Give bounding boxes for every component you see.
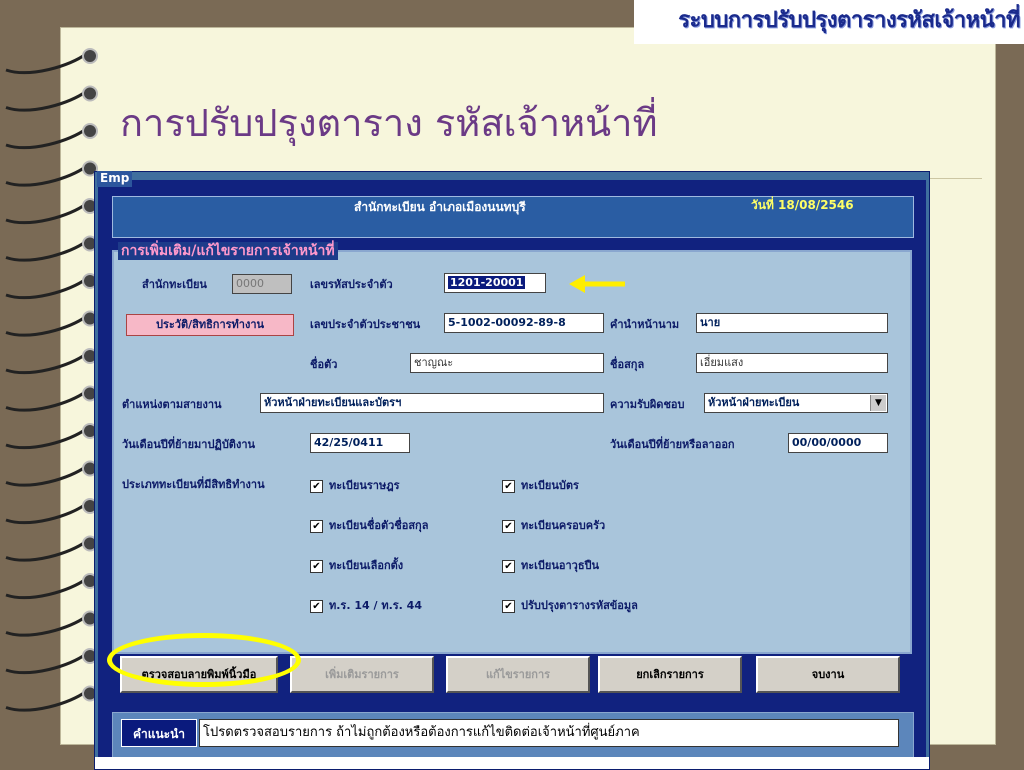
id-value: 1201-20001 [448, 276, 526, 289]
right-label: ทะเบียนครอบครัว [521, 519, 606, 532]
current-date: วันที่ 18/08/2546 [751, 198, 854, 212]
right-checkbox[interactable]: ✔ ทะเบียนอาวุธปืน [502, 556, 599, 574]
binding-ring [5, 577, 87, 600]
slide-title: การปรับปรุงตาราง รหัสเจ้าหน้าที่ [120, 101, 658, 145]
banner-title: ระบบการปรับปรุงตารางรหัสเจ้าหน้าที่ [678, 8, 1020, 33]
binding-ring [5, 202, 87, 225]
checkbox-icon[interactable]: ✔ [310, 559, 323, 573]
checkbox-icon[interactable]: ✔ [310, 479, 323, 493]
position-label: ตำแหน่งตามสายงาน [122, 398, 222, 411]
right-label: ท.ร. 14 / ท.ร. 44 [329, 599, 422, 612]
right-label: ทะเบียนบัตร [521, 479, 579, 492]
lastname-label: ชื่อสกุล [610, 358, 645, 371]
binding-ring [5, 390, 87, 412]
responsibility-value: หัวหน้าฝ่ายทะเบียน [708, 396, 800, 409]
rights-label: ประเภททะเบียนที่มีสิทธิทำงาน [122, 478, 265, 491]
responsibility-label: ความรับผิดชอบ [610, 398, 685, 411]
id-label: เลขรหัสประจำตัว [310, 278, 393, 291]
cancel-record-button[interactable]: ยกเลิกรายการ [598, 656, 742, 693]
prefix-field[interactable]: นาย [696, 313, 888, 333]
binding-ring [5, 615, 87, 637]
binding-ring [5, 690, 87, 712]
registry-office-field[interactable]: 0000 [232, 274, 292, 294]
binding-ring [5, 90, 87, 112]
leave-date-field[interactable]: 00/00/0000 [788, 433, 888, 453]
checkbox-icon[interactable]: ✔ [310, 599, 323, 613]
right-checkbox[interactable]: ✔ ทะเบียนบัตร [502, 476, 579, 494]
staff-form-group: การเพิ่มเติม/แก้ไขรายการเจ้าหน้าที่ สำนั… [112, 242, 912, 654]
binding-ring [5, 165, 87, 187]
office-name: สำนักทะเบียน อำเภอเมืองนนทบุรี [354, 200, 526, 214]
edit-record-button[interactable]: แก้ไขรายการ [446, 656, 590, 693]
right-label: ทะเบียนอาวุธปืน [521, 559, 600, 572]
checkbox-icon[interactable]: ✔ [502, 559, 515, 573]
right-checkbox[interactable]: ✔ ทะเบียนครอบครัว [502, 516, 605, 534]
binding-ring [5, 240, 87, 262]
firstname-label: ชื่อตัว [310, 358, 338, 371]
history-rights-button[interactable]: ประวัติ/สิทธิการทำงาน [126, 314, 294, 336]
highlight-ellipse [107, 633, 301, 687]
hint-frame: คำแนะนำ โปรดตรวจสอบรายการ ถ้าไม่ถูกต้องห… [112, 712, 914, 758]
prefix-label: คำนำหน้านาม [610, 318, 680, 331]
checkbox-icon[interactable]: ✔ [502, 519, 515, 533]
finish-button[interactable]: จบงาน [756, 656, 900, 693]
right-label: ทะเบียนชื่อตัวชื่อสกุล [329, 519, 429, 532]
registry-office-label: สำนักทะเบียน [142, 278, 207, 291]
binding-ring [5, 465, 87, 487]
divider [930, 178, 982, 179]
binding-ring [5, 540, 87, 562]
hint-label: คำแนะนำ [121, 719, 197, 747]
group-title: การเพิ่มเติม/แก้ไขรายการเจ้าหน้าที่ [118, 242, 338, 260]
add-record-button[interactable]: เพิ่มเติมรายการ [290, 656, 434, 693]
right-label: ทะเบียนเลือกตั้ง [329, 559, 404, 572]
binding-ring [5, 127, 87, 150]
window-bottom-strip [95, 757, 929, 769]
right-checkbox[interactable]: ✔ ทะเบียนชื่อตัวชื่อสกุล [310, 516, 428, 534]
window-caption: Emp [97, 171, 133, 187]
binding-ring [5, 427, 87, 450]
binding-ring [5, 277, 87, 300]
right-checkbox[interactable]: ✔ ทะเบียนราษฎร [310, 476, 400, 494]
chevron-down-icon[interactable]: ▼ [870, 395, 886, 411]
binding-ring [5, 502, 87, 525]
arrow-left-icon [569, 275, 625, 293]
right-label: ทะเบียนราษฎร [329, 479, 400, 492]
position-field[interactable]: หัวหน้าฝ่ายทะเบียนและบัตรฯ [260, 393, 604, 413]
binding-ring [5, 52, 87, 75]
citizen-id-label: เลขประจำตัวประชาชน [310, 318, 421, 331]
lastname-field[interactable]: เอี่ยมแสง [696, 353, 888, 373]
binding-ring [5, 652, 87, 675]
leave-date-label: วันเดือนปีที่ย้ายหรือลาออก [610, 438, 735, 451]
banner: ระบบการปรับปรุงตารางรหัสเจ้าหน้าที่ [634, 0, 1024, 44]
responsibility-select[interactable]: หัวหน้าฝ่ายทะเบียน ▼ [704, 393, 888, 413]
binding-ring [5, 315, 87, 337]
binding-ring [5, 352, 87, 375]
start-date-field[interactable]: 42/25/0411 [310, 433, 410, 453]
right-checkbox[interactable]: ✔ ท.ร. 14 / ท.ร. 44 [310, 596, 422, 614]
checkbox-icon[interactable]: ✔ [310, 519, 323, 533]
hint-text: โปรดตรวจสอบรายการ ถ้าไม่ถูกต้องหรือต้องก… [199, 719, 899, 747]
start-date-label: วันเดือนปีที่ย้ายมาปฏิบัติงาน [122, 438, 256, 451]
right-label: ปรับปรุงตารางรหัสข้อมูล [521, 599, 638, 612]
citizen-id-field[interactable]: 5-1002-00092-89-8 [444, 313, 604, 333]
firstname-field[interactable]: ชาญณะ [410, 353, 604, 373]
binding-hole [82, 48, 98, 64]
checkbox-icon[interactable]: ✔ [502, 479, 515, 493]
id-field[interactable]: 1201-20001 [444, 273, 546, 293]
right-checkbox[interactable]: ✔ ปรับปรุงตารางรหัสข้อมูล [502, 596, 638, 614]
binding-hole [82, 85, 98, 102]
binding-hole [82, 123, 98, 139]
checkbox-icon[interactable]: ✔ [502, 599, 515, 613]
right-checkbox[interactable]: ✔ ทะเบียนเลือกตั้ง [310, 556, 403, 574]
